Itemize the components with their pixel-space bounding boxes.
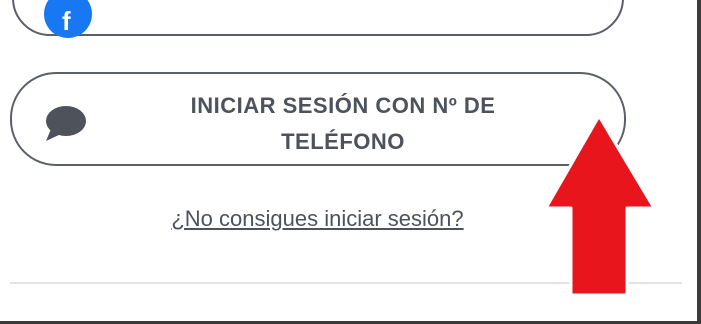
login-options-page: f INICIAR SESIÓN CON Nº DE TELÉFONO ¿No … [0, 0, 701, 324]
facebook-glyph: f [62, 6, 71, 36]
chat-bubble-icon [46, 106, 86, 141]
facebook-login-button[interactable]: f [12, 0, 624, 38]
up-arrow-icon [544, 114, 656, 297]
window-edge-right [697, 0, 701, 324]
phone-login-label: INICIAR SESIÓN CON Nº DE TELÉFONO [190, 93, 496, 154]
facebook-icon: f [44, 0, 92, 38]
phone-login-button[interactable]: INICIAR SESIÓN CON Nº DE TELÉFONO [10, 72, 626, 166]
